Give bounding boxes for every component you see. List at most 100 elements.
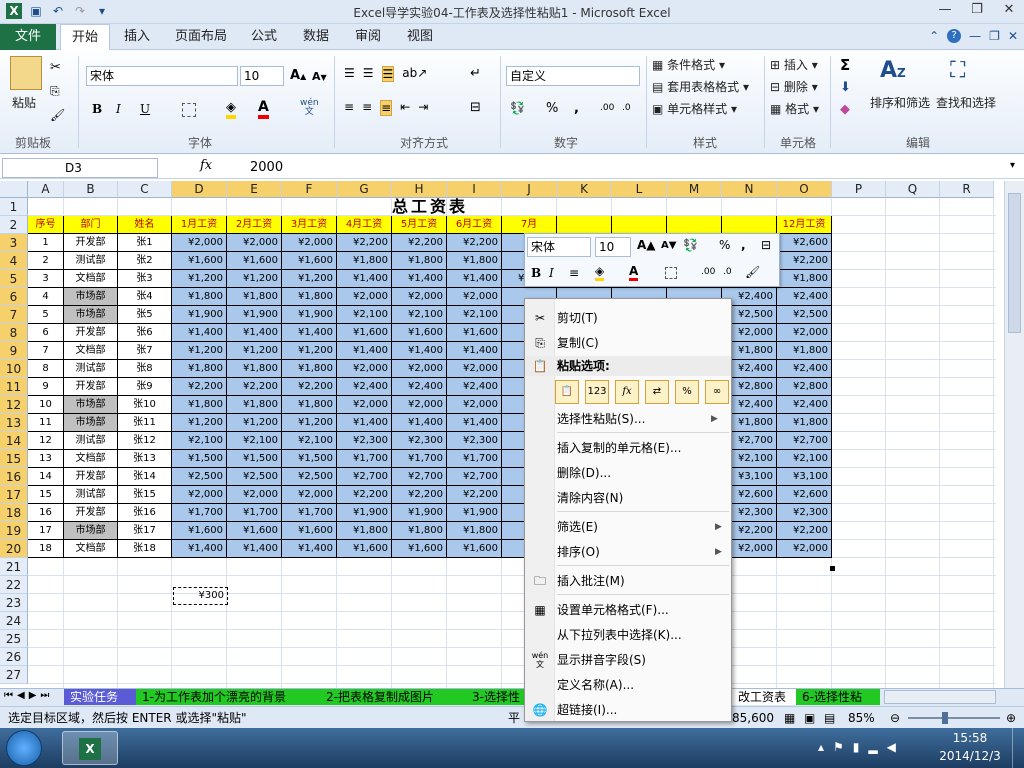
tab-view[interactable]: 视图 <box>400 24 440 50</box>
table-cell[interactable]: ¥2,200 <box>447 234 502 252</box>
table-cell[interactable]: 市场部 <box>64 396 118 414</box>
table-cell[interactable]: 张7 <box>118 342 172 360</box>
header-cell[interactable]: 1月工资 <box>172 216 227 234</box>
table-cell[interactable]: ¥2,000 <box>337 396 392 414</box>
table-cell[interactable]: 张13 <box>118 450 172 468</box>
table-cell[interactable]: 测试部 <box>64 252 118 270</box>
cut-icon[interactable]: ✂ <box>50 60 61 75</box>
table-cell[interactable]: 7 <box>28 342 64 360</box>
table-cell[interactable]: ¥2,700 <box>447 468 502 486</box>
autosum-button[interactable]: Σ <box>840 56 850 74</box>
table-cell[interactable]: ¥1,400 <box>447 270 502 288</box>
tab-formulas[interactable]: 公式 <box>244 24 284 50</box>
table-cell[interactable]: 16 <box>28 504 64 522</box>
tab-page-layout[interactable]: 页面布局 <box>168 24 234 50</box>
conditional-format-button[interactable]: ▦ 条件格式 ▾ <box>652 56 725 73</box>
name-box[interactable]: D3 <box>2 158 158 178</box>
table-cell[interactable]: ¥1,900 <box>392 504 447 522</box>
table-cell[interactable]: ¥1,400 <box>282 324 337 342</box>
menu-clear-contents[interactable]: 清除内容(N) <box>557 487 623 509</box>
table-cell[interactable]: ¥1,700 <box>392 450 447 468</box>
table-cell[interactable]: ¥1,800 <box>282 360 337 378</box>
menu-define-name[interactable]: 定义名称(A)... <box>557 674 634 696</box>
table-cell[interactable]: 8 <box>28 360 64 378</box>
column-header-o[interactable]: O <box>777 181 832 198</box>
table-cell[interactable]: ¥1,200 <box>172 270 227 288</box>
column-header-d[interactable]: D <box>172 181 227 198</box>
table-cell[interactable]: 4 <box>28 288 64 306</box>
table-cell[interactable]: 张11 <box>118 414 172 432</box>
header-cell[interactable]: 2月工资 <box>227 216 282 234</box>
table-cell[interactable]: ¥1,800 <box>282 396 337 414</box>
row-header-15[interactable]: 15 <box>0 450 28 468</box>
view-page-break-icon[interactable]: ▤ <box>824 707 835 729</box>
header-cell[interactable]: 12月工资 <box>777 216 832 234</box>
table-cell[interactable]: ¥2,000 <box>337 288 392 306</box>
table-cell[interactable]: ¥2,700 <box>777 432 832 450</box>
mini-border-icon[interactable] <box>665 267 677 279</box>
table-cell[interactable]: ¥2,000 <box>447 288 502 306</box>
table-cell[interactable]: ¥2,400 <box>337 378 392 396</box>
table-cell[interactable]: 5 <box>28 306 64 324</box>
row-header-11[interactable]: 11 <box>0 378 28 396</box>
table-cell[interactable]: ¥1,700 <box>282 504 337 522</box>
fill-handle[interactable] <box>830 566 835 571</box>
table-cell[interactable]: ¥1,600 <box>337 324 392 342</box>
row-header-17[interactable]: 17 <box>0 486 28 504</box>
table-cell[interactable]: 开发部 <box>64 234 118 252</box>
header-cell[interactable]: 6月工资 <box>447 216 502 234</box>
row-header-21[interactable]: 21 <box>0 558 28 576</box>
table-cell[interactable]: ¥1,400 <box>392 342 447 360</box>
header-cell[interactable]: 4月工资 <box>337 216 392 234</box>
clear-icon[interactable]: ◆ <box>840 102 850 117</box>
table-cell[interactable]: ¥1,900 <box>172 306 227 324</box>
header-cell[interactable] <box>722 216 777 234</box>
mini-center-icon[interactable]: ≡ <box>569 266 579 280</box>
menu-format-cells[interactable]: 设置单元格格式(F)... <box>557 599 669 621</box>
table-cell[interactable]: 开发部 <box>64 378 118 396</box>
table-cell[interactable]: ¥2,600 <box>777 486 832 504</box>
mini-italic-icon[interactable]: I <box>549 266 554 280</box>
sort-filter-icon[interactable]: AZ <box>880 58 906 83</box>
table-cell[interactable]: ¥1,800 <box>392 522 447 540</box>
align-left-icon[interactable]: ≡ <box>344 100 354 116</box>
table-cell[interactable]: ¥2,100 <box>447 306 502 324</box>
table-cell[interactable]: ¥1,400 <box>447 414 502 432</box>
bold-button[interactable]: B <box>92 102 102 116</box>
table-cell[interactable]: ¥1,200 <box>172 414 227 432</box>
sheet-tab-6[interactable]: 6-选择性粘 <box>796 689 880 705</box>
underline-button[interactable]: U <box>140 102 150 116</box>
shrink-font-icon[interactable]: A▼ <box>312 70 327 83</box>
close-icon[interactable]: ✕ <box>1000 2 1018 17</box>
network-icon[interactable]: ▂ <box>868 740 877 754</box>
table-cell[interactable]: 6 <box>28 324 64 342</box>
table-cell[interactable]: ¥2,000 <box>392 396 447 414</box>
table-cell[interactable]: ¥2,200 <box>777 252 832 270</box>
column-header-c[interactable]: C <box>118 181 172 198</box>
row-header-16[interactable]: 16 <box>0 468 28 486</box>
table-cell[interactable]: ¥2,000 <box>227 486 282 504</box>
percent-style-button[interactable]: % <box>546 101 558 116</box>
minimize-ribbon-icon[interactable]: ⌃ <box>929 29 939 43</box>
table-cell[interactable]: ¥1,400 <box>337 342 392 360</box>
sort-filter-button[interactable]: 排序和筛选 <box>870 94 930 111</box>
table-cell[interactable]: 张5 <box>118 306 172 324</box>
mini-font-color-icon[interactable]: A <box>629 264 639 281</box>
mini-fill-icon[interactable]: ◈ <box>595 264 605 281</box>
paste-values-icon[interactable]: 123 <box>585 380 609 404</box>
merge-center-icon[interactable]: ⊟ <box>470 100 481 115</box>
table-cell[interactable]: ¥1,400 <box>172 540 227 558</box>
table-cell[interactable]: ¥2,700 <box>337 468 392 486</box>
find-select-icon[interactable]: ⛶ <box>950 58 965 83</box>
format-cells-button[interactable]: ▦ 格式 ▾ <box>770 100 819 117</box>
fill-icon[interactable]: ⬇ <box>840 80 851 95</box>
menu-sort[interactable]: 排序(O) <box>557 541 600 563</box>
table-cell[interactable]: 文档部 <box>64 342 118 360</box>
sheet-tab-1[interactable]: 1-为工作表加个漂亮的背景 <box>136 689 320 705</box>
comma-style-button[interactable]: , <box>574 101 579 116</box>
row-header-13[interactable]: 13 <box>0 414 28 432</box>
table-cell[interactable]: ¥1,800 <box>172 288 227 306</box>
table-cell[interactable]: ¥1,400 <box>392 270 447 288</box>
column-header-f[interactable]: F <box>282 181 337 198</box>
fill-color-icon[interactable]: ◈ <box>226 100 236 119</box>
